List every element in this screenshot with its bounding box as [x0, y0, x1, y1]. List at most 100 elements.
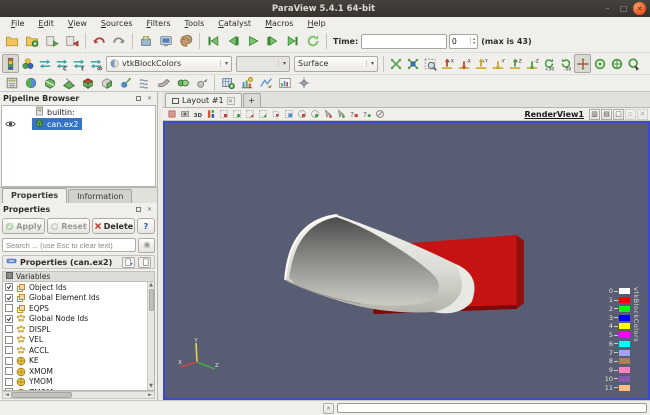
capture-screenshot-icon[interactable] — [178, 108, 191, 120]
adjust-camera-icon[interactable] — [625, 54, 642, 73]
checkbox[interactable] — [5, 377, 13, 386]
group-datasets-icon[interactable] — [173, 75, 192, 91]
spinbox-arrows-icon[interactable]: ▴ ▾ — [470, 37, 477, 45]
close-button[interactable]: ✕ — [633, 2, 646, 15]
redo-icon[interactable] — [109, 31, 129, 51]
tab-layout-1[interactable]: Layout #1 ✕ — [165, 93, 242, 107]
dock-close-button[interactable]: ✕ — [145, 94, 154, 103]
variable-row[interactable]: ZMOM — [3, 387, 154, 390]
copy-properties-button[interactable] — [122, 256, 135, 268]
color-legend[interactable]: 0 1 2 3 4 5 6 7 8 9 10 11 vtkBlockColors — [600, 287, 640, 392]
save-state-icon[interactable] — [62, 31, 82, 51]
zoom-to-data-icon[interactable] — [404, 54, 421, 73]
help-button[interactable]: ? — [137, 218, 155, 234]
horizontal-scrollbar[interactable]: ◄ ► — [2, 391, 155, 399]
choose-color-palette-icon[interactable] — [19, 54, 36, 73]
export-scene-icon[interactable] — [165, 108, 178, 120]
rotate-90-cw-icon[interactable]: +90 — [540, 54, 557, 73]
view-plus-x-icon[interactable]: +X — [438, 54, 455, 73]
stream-tracer-icon[interactable] — [135, 75, 154, 91]
close-icon[interactable]: ✕ — [637, 108, 648, 120]
quartile-chart-icon[interactable] — [237, 75, 256, 91]
new-layout-tab[interactable]: + — [242, 93, 261, 107]
auto-apply-icon[interactable] — [136, 31, 156, 51]
extract-level-icon[interactable] — [192, 75, 211, 91]
vertical-scrollbar[interactable]: ▲ ▼ — [147, 282, 154, 390]
hover-points-icon[interactable]: ? — [360, 108, 373, 120]
checkbox[interactable] — [5, 367, 13, 376]
interactive-select-points-icon[interactable] — [334, 108, 347, 120]
clear-selection-icon[interactable] — [373, 108, 386, 120]
checkbox[interactable] — [5, 293, 13, 302]
time-value-field[interactable] — [361, 33, 448, 49]
view-minus-x-icon[interactable]: -X — [455, 54, 472, 73]
dock-float-button[interactable] — [134, 205, 143, 214]
slice-icon[interactable] — [59, 75, 78, 91]
menu-file[interactable]: File — [4, 17, 31, 30]
collapse-icon[interactable] — [6, 257, 17, 267]
scroll-right-icon[interactable]: ► — [146, 392, 154, 398]
tab-information[interactable]: Information — [68, 189, 133, 203]
split-horizontal-icon[interactable]: ▥ — [589, 108, 600, 120]
render-view-name[interactable]: RenderView1 — [524, 110, 584, 119]
select-points-rect-icon[interactable] — [230, 108, 243, 120]
view-minus-y-icon[interactable]: -Y — [489, 54, 506, 73]
clip-icon[interactable] — [40, 75, 59, 91]
adjust-color-legend-icon[interactable] — [204, 108, 217, 120]
probe-location-icon[interactable] — [294, 75, 313, 91]
pipeline-row-can-ex2[interactable]: can.ex2 — [2, 118, 155, 130]
render-view[interactable]: 0 1 2 3 4 5 6 7 8 9 10 11 vtkBlockColors Y X Z — [163, 121, 650, 400]
hover-cells-icon[interactable]: ? — [347, 108, 360, 120]
load-state-icon[interactable] — [42, 31, 62, 51]
rescale-to-visible-icon[interactable] — [87, 54, 104, 73]
apply-button[interactable]: Apply — [2, 218, 45, 234]
zoom-to-box-icon[interactable] — [421, 54, 438, 73]
open-advanced-icon[interactable] — [22, 31, 42, 51]
maximize-icon[interactable]: □ — [613, 108, 624, 120]
dock-close-button[interactable]: ✕ — [145, 205, 154, 214]
checkbox[interactable] — [5, 304, 13, 313]
view-plus-z-icon[interactable]: +Z — [506, 54, 523, 73]
histogram-icon[interactable] — [275, 75, 294, 91]
screenshot-icon[interactable] — [156, 31, 176, 51]
open-icon[interactable] — [2, 31, 22, 51]
search-options-button[interactable] — [138, 237, 155, 253]
checkbox[interactable] — [5, 346, 13, 355]
menu-edit[interactable]: Edit — [31, 17, 61, 30]
scrollbar-thumb[interactable] — [148, 289, 154, 311]
contour-icon[interactable] — [21, 75, 40, 91]
menu-catalyst[interactable]: Catalyst — [211, 17, 258, 30]
view-minus-z-icon[interactable]: -Z — [523, 54, 540, 73]
last-frame-icon[interactable] — [283, 31, 303, 51]
select-frustum-cells-icon[interactable] — [243, 108, 256, 120]
pipeline-row-builtin[interactable]: builtin: — [2, 106, 155, 118]
edit-color-map-icon[interactable] — [2, 54, 19, 73]
dock-float-button[interactable] — [134, 94, 143, 103]
pick-center-icon[interactable] — [591, 54, 608, 73]
undo-icon[interactable] — [89, 31, 109, 51]
select-block-icon[interactable] — [282, 108, 295, 120]
rescale-to-data-icon[interactable] — [36, 54, 53, 73]
scrollbar-thumb[interactable] — [11, 392, 72, 398]
loop-icon[interactable] — [303, 31, 323, 51]
reset-button[interactable]: Reset — [47, 218, 90, 234]
spreadsheet-view-icon[interactable] — [218, 75, 237, 91]
checkbox[interactable] — [5, 314, 13, 323]
reset-center-icon[interactable] — [608, 54, 625, 73]
select-cells-surface-icon[interactable] — [295, 108, 308, 120]
color-by-combobox[interactable]: vtkBlockColors ▾ — [106, 55, 232, 72]
visibility-eye-icon[interactable] — [2, 120, 18, 128]
search-input[interactable] — [2, 238, 136, 252]
delete-button[interactable]: Delete — [92, 218, 135, 234]
tab-properties[interactable]: Properties — [2, 188, 68, 203]
select-cells-rect-icon[interactable] — [217, 108, 230, 120]
scroll-left-icon[interactable]: ◄ — [3, 392, 11, 398]
rotate-90-ccw-icon[interactable]: -90 — [557, 54, 574, 73]
reset-camera-icon[interactable] — [387, 54, 404, 73]
plot-over-line-icon[interactable] — [256, 75, 275, 91]
checkbox[interactable] — [5, 283, 13, 292]
view-plus-y-icon[interactable]: +Y — [472, 54, 489, 73]
select-polygon-cells-icon[interactable] — [269, 108, 282, 120]
next-frame-icon[interactable] — [263, 31, 283, 51]
minimize-button[interactable]: – — [601, 2, 614, 15]
